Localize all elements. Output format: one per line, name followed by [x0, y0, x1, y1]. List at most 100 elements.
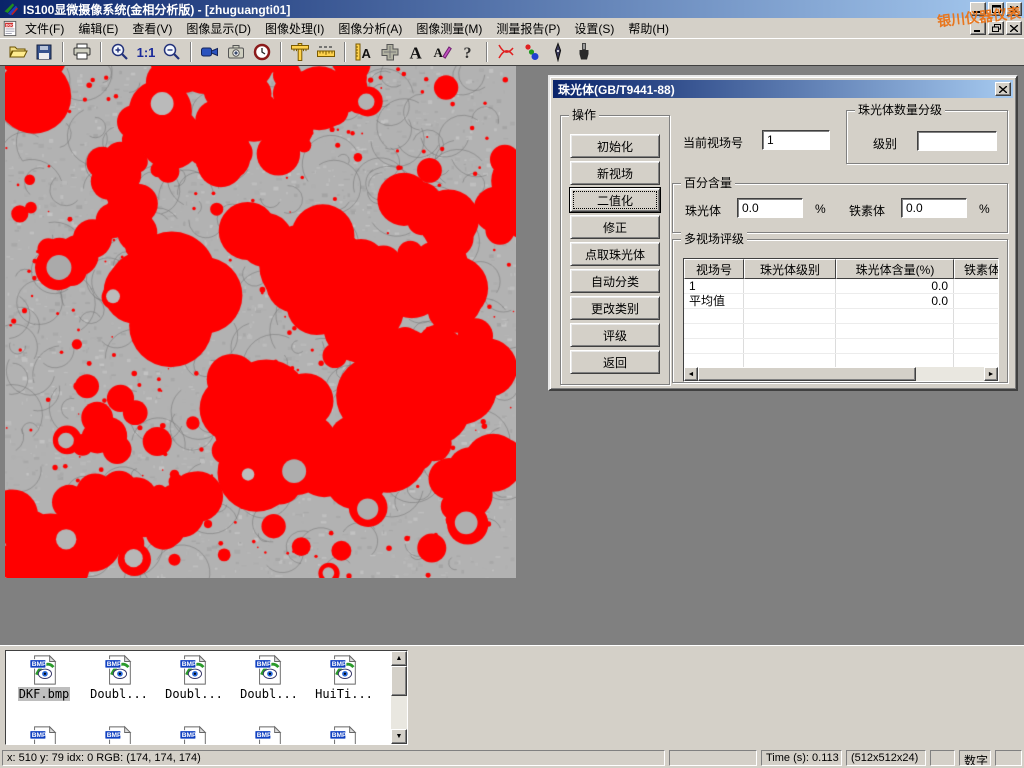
toolbar: 1:1 A A A ? — [0, 38, 1024, 65]
table-row-empty — [684, 339, 998, 354]
particle-mark-icon[interactable] — [519, 40, 545, 64]
close-button[interactable] — [1006, 2, 1022, 16]
status-empty-panel — [669, 750, 757, 766]
cell-content: 0.0 — [836, 279, 954, 293]
video-capture-icon[interactable] — [197, 40, 223, 64]
file-item[interactable]: BMP Doubl... — [158, 654, 230, 701]
cell-grade — [744, 279, 836, 293]
ferrite-percent-input[interactable] — [901, 198, 967, 218]
file-item[interactable]: BMP Doubl... — [83, 654, 155, 701]
toolbar-separator — [100, 42, 102, 62]
svg-text:BMP: BMP — [182, 732, 197, 739]
menu-image-measure[interactable]: 图像测量(M) — [409, 17, 489, 40]
menu-file[interactable]: 文件(F) — [18, 17, 71, 40]
header-pearlite-grade: 珠光体级别 — [744, 259, 836, 279]
menu-image-analysis[interactable]: 图像分析(A) — [331, 17, 409, 40]
change-class-button[interactable]: 更改类别 — [570, 296, 660, 320]
grid-tool-icon[interactable] — [377, 40, 403, 64]
menu-edit[interactable]: 编辑(E) — [71, 17, 125, 40]
correct-button[interactable]: 修正 — [570, 215, 660, 239]
svg-text:BMP: BMP — [332, 661, 347, 668]
menu-image-process[interactable]: 图像处理(I) — [258, 17, 331, 40]
svg-text:BMP: BMP — [32, 732, 47, 739]
new-field-button[interactable]: 新视场 — [570, 161, 660, 185]
scroll-thumb[interactable] — [698, 367, 916, 381]
return-button[interactable]: 返回 — [570, 350, 660, 374]
dialog-close-button[interactable] — [995, 82, 1011, 96]
menu-help[interactable]: 帮助(H) — [621, 17, 676, 40]
scroll-right-icon[interactable]: ► — [984, 367, 998, 381]
maximize-button[interactable] — [988, 2, 1004, 16]
menu-image-display[interactable]: 图像显示(D) — [179, 17, 258, 40]
rate-button[interactable]: 评级 — [570, 323, 660, 347]
multifield-table: 视场号 珠光体级别 珠光体含量(%) 铁素体级别 1 0.0 平均值 0.0 — [683, 258, 999, 382]
scroll-down-icon[interactable]: ▼ — [391, 729, 407, 744]
file-name: HuiTi... — [314, 687, 374, 701]
status-message: x: 510 y: 79 idx: 0 RGB: (174, 174, 174) — [2, 750, 665, 766]
actual-size-icon[interactable]: 1:1 — [133, 40, 159, 64]
file-item[interactable]: BMP — [233, 725, 305, 745]
scroll-thumb[interactable] — [391, 666, 407, 696]
erase-curve-icon[interactable] — [493, 40, 519, 64]
scroll-up-icon[interactable]: ▲ — [391, 651, 407, 666]
cell-field-no: 平均值 — [684, 294, 744, 308]
metallograph-canvas[interactable] — [5, 66, 516, 578]
annotate-icon[interactable]: A — [429, 40, 455, 64]
status-time: Time (s): 0.113 — [761, 750, 842, 766]
file-item[interactable]: BMP — [158, 725, 230, 745]
timer-icon[interactable] — [249, 40, 275, 64]
initialize-button[interactable]: 初始化 — [570, 134, 660, 158]
mdi-minimize-button[interactable] — [970, 21, 986, 35]
table-row-empty — [684, 324, 998, 339]
grade-input[interactable] — [917, 131, 997, 151]
file-item[interactable]: BMP — [8, 725, 80, 745]
scroll-left-icon[interactable]: ◄ — [684, 367, 698, 381]
file-item[interactable]: BMP HuiTi... — [308, 654, 380, 701]
file-item[interactable]: BMP — [308, 725, 380, 745]
table-row-empty — [684, 309, 998, 324]
file-list-scrollbar[interactable]: ▲ ▼ — [391, 651, 407, 744]
zoom-in-icon[interactable] — [107, 40, 133, 64]
save-icon[interactable] — [31, 40, 57, 64]
help-icon[interactable]: ? — [455, 40, 481, 64]
svg-text:DOC: DOC — [6, 23, 15, 27]
mdi-restore-button[interactable] — [988, 21, 1004, 35]
svg-text:BMP: BMP — [182, 661, 197, 668]
measure-text-icon[interactable]: A — [351, 40, 377, 64]
ruler-icon[interactable] — [313, 40, 339, 64]
file-item[interactable]: BMP DKF.bmp — [8, 654, 80, 701]
ferrite-percent-unit: % — [979, 202, 990, 216]
binarize-button[interactable]: 二值化 — [570, 188, 660, 212]
toolbar-separator — [190, 42, 192, 62]
status-empty-panel — [995, 750, 1022, 766]
table-row[interactable]: 平均值 0.0 — [684, 294, 998, 309]
pearlite-percent-unit: % — [815, 202, 826, 216]
minimize-button[interactable] — [970, 2, 986, 16]
multifield-group-legend: 多视场评级 — [681, 232, 747, 246]
print-icon[interactable] — [69, 40, 95, 64]
svg-text:A: A — [362, 46, 372, 61]
text-icon[interactable]: A — [403, 40, 429, 64]
pearlite-percent-input[interactable] — [737, 198, 803, 218]
open-icon[interactable] — [5, 40, 31, 64]
menu-measure-report[interactable]: 测量报告(P) — [489, 17, 567, 40]
menu-view[interactable]: 查看(V) — [125, 17, 179, 40]
dialog-title-bar[interactable]: 珠光体(GB/T9441-88) — [553, 80, 1013, 98]
caliper-icon[interactable] — [287, 40, 313, 64]
mdi-close-button[interactable] — [1006, 21, 1022, 35]
table-h-scrollbar[interactable]: ◄ ► — [684, 367, 998, 381]
percent-group-legend: 百分含量 — [681, 176, 735, 190]
auto-classify-button[interactable]: 自动分类 — [570, 269, 660, 293]
camera-icon[interactable] — [223, 40, 249, 64]
header-field-no: 视场号 — [684, 259, 744, 279]
svg-text:A: A — [434, 45, 444, 60]
current-field-input[interactable] — [762, 130, 830, 150]
pick-pearlite-button[interactable]: 点取珠光体 — [570, 242, 660, 266]
menu-settings[interactable]: 设置(S) — [567, 17, 621, 40]
brush-icon[interactable] — [571, 40, 597, 64]
file-item[interactable]: BMP — [83, 725, 155, 745]
table-row[interactable]: 1 0.0 — [684, 279, 998, 294]
zoom-out-icon[interactable] — [159, 40, 185, 64]
file-item[interactable]: BMP Doubl... — [233, 654, 305, 701]
pen-icon[interactable] — [545, 40, 571, 64]
